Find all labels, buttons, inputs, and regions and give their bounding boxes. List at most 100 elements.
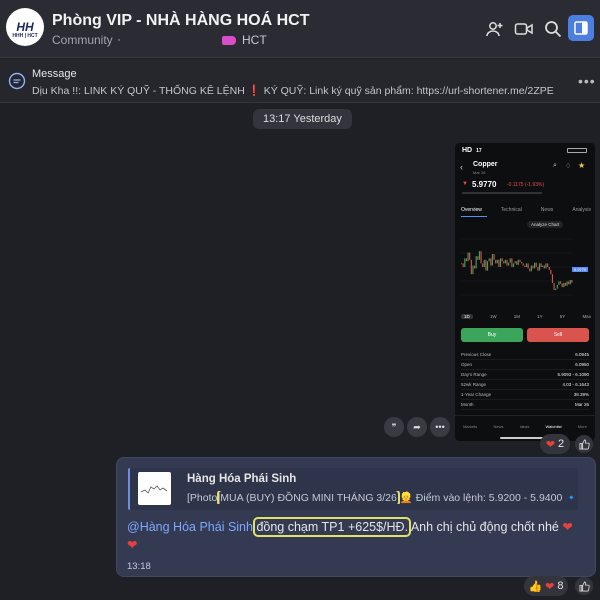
- stat-label: Month: [461, 402, 474, 407]
- candle: [470, 259, 472, 275]
- stat-label: Open: [461, 362, 473, 367]
- buy-button: Buy: [461, 328, 523, 342]
- reaction-count: 2: [558, 438, 565, 450]
- sell-button: Sell: [527, 328, 589, 342]
- candle: [525, 263, 528, 267]
- candle: [461, 263, 463, 265]
- stat-row: Previous Close 6.0945: [461, 350, 589, 360]
- stat-label: Day's Range: [461, 372, 487, 377]
- quoted-rest: 👱 Điểm vào lệnh: 5.9200 - 5.9400 🔹...: [399, 492, 577, 504]
- quoted-sender: Hàng Hóa Phái Sinh: [187, 473, 297, 485]
- candle: [568, 281, 570, 285]
- candle: [473, 265, 476, 269]
- range-option: 5Y: [559, 314, 566, 319]
- candle: [493, 254, 495, 260]
- candle: [509, 258, 511, 263]
- candle: [512, 263, 515, 267]
- thumbs-up-emoji: 👍: [528, 580, 543, 593]
- price-change: -0.1175 (-1.93%): [507, 182, 545, 188]
- candle: [485, 259, 487, 271]
- candle: [508, 262, 510, 266]
- price-tag: 5.9770: [572, 267, 589, 272]
- more-actions-icon[interactable]: •••: [430, 417, 450, 437]
- date-divider: 13:17 Yesterday: [253, 109, 352, 129]
- stat-value: 6.0945: [575, 352, 589, 357]
- heart-reaction[interactable]: ❤ 2: [540, 434, 570, 454]
- stat-label: 52wk Range: [461, 382, 487, 387]
- candle: [488, 258, 490, 262]
- candle: [504, 259, 506, 264]
- candle: [495, 259, 497, 264]
- candle: [527, 263, 529, 269]
- reply-message-bubble[interactable]: Hàng Hóa Phái Sinh [Photo]MUA (BUY) ĐỒNG…: [116, 457, 596, 577]
- candle: [540, 263, 542, 267]
- range-option: 1W: [489, 314, 497, 319]
- candle: [556, 285, 558, 289]
- candle: [462, 263, 464, 267]
- quoted-highlight: MUA (BUY) ĐỒNG MINI THÁNG 3/26: [217, 491, 400, 504]
- avatar-logo-text: HH: [16, 20, 34, 34]
- candle: [553, 282, 555, 291]
- chat-title[interactable]: Phòng VIP - NHÀ HÀNG HOÁ HCT: [52, 12, 309, 30]
- comment-icon[interactable]: ❞: [384, 417, 404, 437]
- forward-icon[interactable]: ➦: [407, 417, 427, 437]
- search-icon[interactable]: [542, 18, 564, 40]
- photo-attachment[interactable]: HD 17 ‹ Copper Mar 26 ⌕ ♢ ★ ▼ 5.9770 -0.…: [455, 143, 595, 441]
- video-call-icon[interactable]: [513, 18, 535, 40]
- candle: [464, 258, 466, 267]
- hct-tag[interactable]: HCT: [222, 33, 267, 47]
- candle: [561, 283, 563, 288]
- thumbs-up-icon: [579, 581, 590, 591]
- message-reactions[interactable]: 👍 ❤ 8: [524, 576, 568, 596]
- range-option: 1Y: [537, 314, 543, 319]
- candle: [519, 259, 521, 262]
- message-icon: [8, 72, 26, 90]
- stat-value: 38.39%: [573, 392, 589, 397]
- message-time: 13:18: [127, 561, 151, 572]
- candle: [545, 263, 547, 269]
- message-rest: Anh chị chủ động chốt nhé: [408, 520, 559, 534]
- candle: [564, 282, 567, 286]
- like-button[interactable]: [575, 435, 593, 453]
- candle: [542, 265, 544, 267]
- stat-row: Month Mar 26: [461, 400, 589, 410]
- candle: [524, 265, 526, 267]
- candle: [530, 265, 532, 272]
- candle: [563, 282, 565, 288]
- quoted-thumbnail: [138, 472, 171, 505]
- candle: [558, 281, 560, 285]
- range-option: Max: [582, 314, 591, 319]
- add-members-icon[interactable]: [483, 18, 505, 40]
- quoted-message[interactable]: Hàng Hóa Phái Sinh [Photo]MUA (BUY) ĐỒNG…: [128, 468, 578, 510]
- active-tab-underline: [461, 216, 487, 217]
- range-option: 1M: [513, 314, 521, 319]
- group-avatar[interactable]: HH HHH | HCT: [6, 8, 44, 46]
- info-line: [462, 192, 542, 194]
- stat-label: 1-Year Change: [461, 392, 492, 397]
- phone-nav-item: Watchlist: [545, 424, 562, 429]
- message-highlight: đồng chạm TP1 +625$/HĐ.: [253, 517, 412, 537]
- more-options-icon[interactable]: •••: [578, 73, 596, 89]
- candle: [571, 279, 573, 283]
- candle: [534, 262, 536, 269]
- candle: [550, 269, 552, 275]
- candle: [560, 281, 562, 284]
- down-arrow-icon: ▼: [462, 181, 468, 187]
- pinned-message-bar[interactable]: Message Dịu Kha !!: LINK KÝ QUỸ - THỐNG …: [0, 59, 600, 103]
- candle: [547, 263, 549, 267]
- stat-value: 6.0950: [575, 362, 589, 367]
- like-button[interactable]: [575, 577, 593, 595]
- candle: [566, 281, 568, 286]
- phone-tabs: Overview Technical News Analysis: [461, 207, 591, 213]
- side-panel-toggle-button[interactable]: [568, 15, 594, 41]
- stat-row: Open 6.0950: [461, 360, 589, 370]
- stats-list: Previous Close 6.0945 Open 6.0950 Day's Rang…: [461, 350, 589, 410]
- quoted-text: [Photo]MUA (BUY) ĐỒNG MINI THÁNG 3/26 👱 …: [187, 491, 577, 504]
- candle: [483, 259, 485, 267]
- chat-subtitle: Community: [52, 33, 113, 47]
- candle: [469, 252, 471, 260]
- mention-link[interactable]: @Hàng Hóa Phái Sinh: [127, 520, 253, 534]
- stat-label: Previous Close: [461, 352, 492, 357]
- phone-tab: Overview: [461, 207, 482, 213]
- candle: [480, 251, 482, 264]
